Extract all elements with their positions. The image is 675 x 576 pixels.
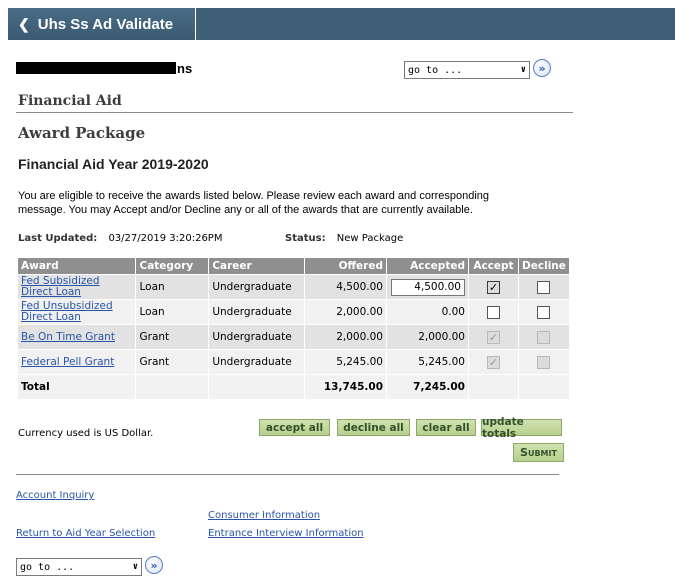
col-accept: Accept (467, 257, 519, 275)
row-category: Loan (135, 299, 210, 325)
status-value: New Package (336, 233, 404, 244)
decline-checkbox-disabled (537, 355, 551, 369)
goto-select-top[interactable]: go to ... ∨ (404, 61, 530, 79)
section-divider (16, 112, 573, 113)
row-accepted: 2,000.00 (386, 324, 469, 350)
clear-all-button[interactable]: clear all (416, 419, 476, 436)
last-updated-label: Last Updated: (18, 233, 98, 244)
section-title: Financial Aid (18, 93, 122, 109)
award-link-fed-unsubsidized[interactable]: Fed Unsubsidized Direct Loan (21, 301, 113, 323)
row-career: Undergraduate (208, 324, 306, 350)
consumer-information-link[interactable]: Consumer Information (208, 510, 320, 521)
goto-select-bottom-value: go to ... (20, 561, 75, 573)
intro-text-line-2: message. You may Accept and/or Decline a… (18, 204, 473, 216)
goto-select-top-value: go to ... (408, 64, 463, 76)
award-table-header: Award Category Career Offered Accepted A… (16, 257, 571, 275)
table-row: Fed Unsubsidized Direct Loan Loan Underg… (16, 299, 571, 325)
student-name: ns (16, 60, 192, 76)
accept-checkbox-disabled: ✓ (486, 355, 500, 369)
accept-all-button[interactable]: accept all (259, 419, 330, 436)
col-accepted: Accepted (386, 257, 469, 275)
row-career: Undergraduate (208, 299, 306, 325)
package-status: Status: New Package (285, 233, 403, 244)
footer-divider (16, 474, 559, 475)
total-offered: 13,745.00 (304, 374, 387, 400)
decline-all-button[interactable]: decline all (337, 419, 410, 436)
total-accepted: 7,245.00 (386, 374, 469, 400)
row-offered: 4,500.00 (304, 274, 387, 300)
aid-year-heading: Financial Aid Year 2019-2020 (18, 156, 209, 172)
redacted-name-block (16, 62, 176, 74)
double-chevron-right-icon: » (538, 61, 546, 75)
col-career: Career (208, 257, 306, 275)
entrance-interview-link[interactable]: Entrance Interview Information (208, 528, 364, 539)
award-table: Award Category Career Offered Accepted A… (16, 257, 571, 400)
return-to-aid-year-link[interactable]: Return to Aid Year Selection (16, 528, 155, 539)
double-chevron-right-icon: » (150, 558, 158, 572)
col-offered: Offered (304, 257, 387, 275)
goto-go-button-bottom[interactable]: » (145, 556, 163, 574)
last-updated: Last Updated: 03/27/2019 3:20:26PM (18, 233, 222, 244)
col-category: Category (135, 257, 210, 275)
row-category: Grant (135, 324, 210, 350)
accept-checkbox-disabled: ✓ (486, 330, 500, 344)
status-label: Status: (285, 233, 326, 244)
accepted-amount-input[interactable]: 4,500.00 (390, 278, 465, 296)
row-career: Undergraduate (208, 349, 306, 375)
row-offered: 2,000.00 (304, 324, 387, 350)
last-updated-value: 03/27/2019 3:20:26PM (108, 233, 223, 244)
col-decline: Decline (517, 257, 571, 275)
intro-text-line-1: You are eligible to receive the awards l… (18, 190, 490, 202)
submit-button[interactable]: Submit (513, 443, 564, 462)
update-totals-button[interactable]: update totals (481, 416, 562, 440)
award-link-federal-pell-grant[interactable]: Federal Pell Grant (21, 356, 114, 368)
header-bar-fill (196, 8, 675, 40)
chevron-down-icon: ∨ (132, 562, 138, 572)
row-offered: 2,000.00 (304, 299, 387, 325)
student-name-tail: ns (177, 60, 193, 76)
accept-checkbox[interactable]: ✓ (486, 280, 500, 294)
back-button-label: Uhs Ss Ad Validate (37, 15, 174, 33)
row-accepted: 5,245.00 (386, 349, 469, 375)
goto-select-bottom[interactable]: go to ... ∨ (16, 558, 142, 576)
table-row: Be On Time Grant Grant Undergraduate 2,0… (16, 324, 571, 350)
row-category: Loan (135, 274, 210, 300)
col-award: Award (16, 257, 137, 275)
chevron-down-icon: ∨ (520, 65, 526, 75)
row-category: Grant (135, 349, 210, 375)
back-button[interactable]: ❮ Uhs Ss Ad Validate (8, 8, 195, 40)
row-offered: 5,245.00 (304, 349, 387, 375)
chevron-left-icon: ❮ (18, 15, 30, 32)
award-link-fed-subsidized[interactable]: Fed Subsidized Direct Loan (21, 276, 100, 298)
decline-checkbox[interactable] (537, 305, 551, 319)
currency-note: Currency used is US Dollar. (18, 428, 154, 439)
page-title: Award Package (18, 124, 146, 142)
goto-go-button-top[interactable]: » (533, 59, 551, 77)
total-label: Total (16, 374, 137, 400)
table-row: Federal Pell Grant Grant Undergraduate 5… (16, 349, 571, 375)
award-link-be-on-time-grant[interactable]: Be On Time Grant (21, 331, 115, 343)
table-row: Fed Subsidized Direct Loan Loan Undergra… (16, 274, 571, 300)
total-row: Total 13,745.00 7,245.00 (16, 374, 571, 400)
decline-checkbox[interactable] (537, 280, 551, 294)
decline-checkbox-disabled (537, 330, 551, 344)
row-accepted: 0.00 (386, 299, 469, 325)
accept-checkbox[interactable] (486, 305, 500, 319)
row-career: Undergraduate (208, 274, 306, 300)
account-inquiry-link[interactable]: Account Inquiry (16, 490, 94, 501)
